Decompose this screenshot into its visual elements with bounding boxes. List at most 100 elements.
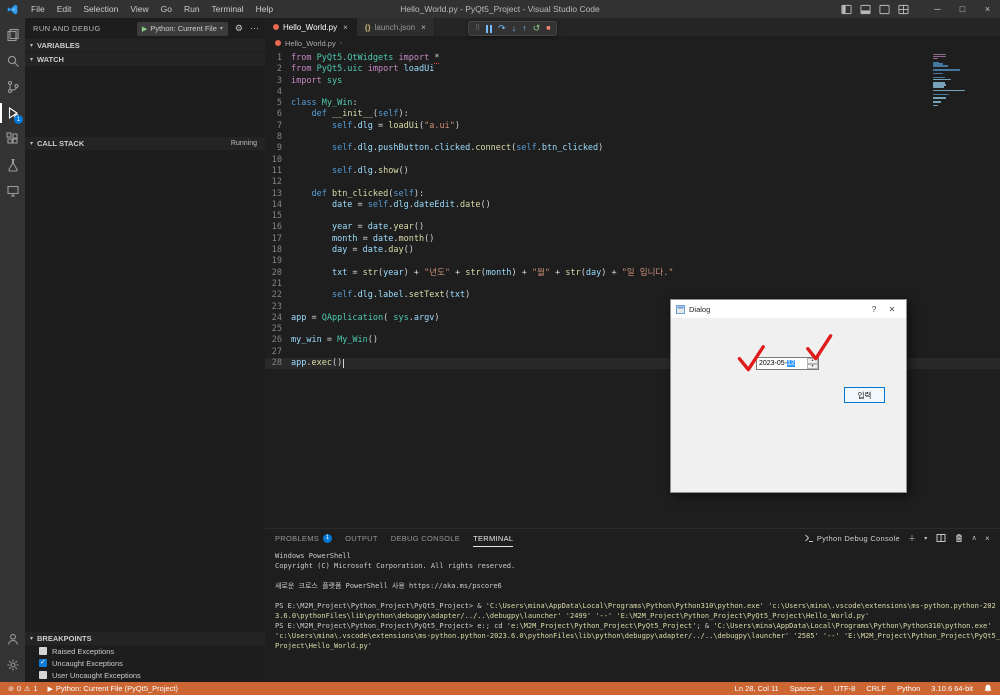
breakpoint-item[interactable]: Raised Exceptions <box>25 645 265 657</box>
menu-file[interactable]: File <box>25 0 51 18</box>
code-line[interactable]: 16 year = date.year() <box>265 222 1000 233</box>
code-line[interactable]: 15 <box>265 211 1000 222</box>
problems-status[interactable]: ⊘ 0 ⚠ 1 <box>8 684 38 693</box>
close-panel-icon[interactable]: × <box>985 534 990 543</box>
activity-explorer-icon[interactable] <box>0 22 25 48</box>
pause-button-icon[interactable] <box>486 24 493 33</box>
code-line[interactable]: 1 from PyQt5.QtWidgets import * <box>265 53 1000 64</box>
status-cursor-position[interactable]: Ln 28, Col 11 <box>735 684 779 693</box>
code-line[interactable]: 10 <box>265 155 1000 166</box>
section-watch[interactable]: ▾ WATCH <box>25 53 265 66</box>
menu-terminal[interactable]: Terminal <box>206 0 250 18</box>
spin-down-icon[interactable]: ▼ <box>807 363 818 369</box>
restart-button-icon[interactable]: ↺ <box>533 24 541 33</box>
step-over-button-icon[interactable]: ↷ <box>498 24 506 33</box>
terminal-profile[interactable]: Python Debug Console <box>804 533 900 543</box>
close-tab-icon[interactable]: × <box>421 23 426 32</box>
terminal-dropdown-chevron-icon[interactable]: ▾ <box>924 535 927 542</box>
activity-run-and-debug-icon[interactable]: 1 <box>0 100 25 126</box>
customize-layout-icon[interactable] <box>898 4 909 15</box>
debug-config-dropdown[interactable]: ▶ Python: Current File ▾ <box>136 21 228 36</box>
maximize-panel-icon[interactable]: ∧ <box>972 534 977 542</box>
menu-edit[interactable]: Edit <box>51 0 78 18</box>
terminal-output[interactable]: Windows PowerShell Copyright (C) Microsof… <box>265 547 1000 682</box>
status-python-interpreter[interactable]: 3.10.6 64-bit <box>931 684 973 693</box>
maximize-button-icon[interactable]: □ <box>950 0 975 18</box>
breakpoint-checkbox[interactable] <box>39 647 47 655</box>
code-line[interactable]: 20 txt = str(year) + "년도" + str(month) +… <box>265 268 1000 279</box>
split-terminal-icon[interactable] <box>936 533 946 543</box>
panel-tab-problems[interactable]: PROBLEMS 1 <box>275 529 333 547</box>
toggle-panel-icon[interactable] <box>860 4 871 15</box>
menu-go[interactable]: Go <box>155 0 178 18</box>
minimize-button-icon[interactable]: ─ <box>925 0 950 18</box>
dialog-help-button[interactable]: ? <box>865 305 883 314</box>
toolbar-grip-icon[interactable]: ⠿ <box>475 25 480 32</box>
minimap[interactable] <box>933 54 988 107</box>
close-window-button-icon[interactable]: × <box>975 0 1000 18</box>
account-icon[interactable] <box>0 626 25 652</box>
code-line[interactable]: 17 month = date.month() <box>265 234 1000 245</box>
toggle-sidebar-icon[interactable] <box>841 4 852 15</box>
step-out-button-icon[interactable]: ↑ <box>522 24 527 33</box>
code-line[interactable]: 3 import sys <box>265 76 1000 87</box>
notifications-bell-icon[interactable] <box>984 684 992 693</box>
activity-source-control-icon[interactable] <box>0 74 25 100</box>
code-line[interactable]: 8 <box>265 132 1000 143</box>
code-line[interactable]: 11 self.dlg.show() <box>265 166 1000 177</box>
activity-remote-explorer-icon[interactable] <box>0 178 25 204</box>
status-indentation[interactable]: Spaces: 4 <box>790 684 823 693</box>
status-eol-sequence[interactable]: CRLF <box>866 684 886 693</box>
panel-tab-debug-console[interactable]: DEBUG CONSOLE <box>391 529 460 547</box>
status-language-mode[interactable]: Python <box>897 684 920 693</box>
code-line[interactable]: 21 <box>265 279 1000 290</box>
activity-search-icon[interactable] <box>0 48 25 74</box>
dialog-close-button[interactable]: ✕ <box>883 305 901 314</box>
debug-session-status[interactable]: ▶ Python: Current File (PyQt5_Project) <box>48 684 179 693</box>
step-into-button-icon[interactable]: ↓ <box>512 24 517 33</box>
activity-testing-icon[interactable] <box>0 152 25 178</box>
code-line[interactable]: 18 day = date.day() <box>265 245 1000 256</box>
code-line[interactable]: 19 <box>265 256 1000 267</box>
breadcrumb[interactable]: Hello_World.py › <box>265 36 1000 50</box>
kill-terminal-trash-icon[interactable] <box>954 533 964 543</box>
menu-help[interactable]: Help <box>250 0 279 18</box>
date-edit-field[interactable]: 2023-05- 12 ▲ ▼ <box>756 357 819 370</box>
section-call-stack[interactable]: ▾ CALL STACK Running <box>25 137 265 150</box>
more-actions-icon[interactable]: ⋯ <box>250 23 259 34</box>
breakpoint-checkbox[interactable] <box>39 671 47 679</box>
menu-selection[interactable]: Selection <box>77 0 124 18</box>
stop-button-icon[interactable]: ■ <box>546 25 550 32</box>
breakpoint-checkbox[interactable] <box>39 658 47 667</box>
code-line[interactable]: 2 from PyQt5.uic import loadUi <box>265 64 1000 75</box>
code-line[interactable]: 4 <box>265 87 1000 98</box>
panel-tab-output[interactable]: OUTPUT <box>345 529 378 547</box>
code-line[interactable]: 14 date = self.dlg.dateEdit.date() <box>265 200 1000 211</box>
code-line[interactable]: 13 def btn_clicked(self): <box>265 189 1000 200</box>
new-terminal-icon[interactable]: ＋ <box>908 533 916 544</box>
start-debug-icon[interactable]: ▶ <box>142 25 147 33</box>
menu-view[interactable]: View <box>124 0 154 18</box>
tab-hello-world-py[interactable]: Hello_World.py × <box>265 18 357 36</box>
code-line[interactable]: 7 self.dlg = loadUi("a.ui") <box>265 121 1000 132</box>
panel-tab-terminal[interactable]: TERMINAL <box>473 529 513 547</box>
dialog-title-bar[interactable]: Dialog ? ✕ <box>671 300 906 318</box>
tab-launch-json[interactable]: {} launch.json × <box>356 18 435 36</box>
toggle-secondary-sidebar-icon[interactable] <box>879 4 890 15</box>
breakpoint-item[interactable]: Uncaught Exceptions <box>25 657 265 669</box>
settings-gear-icon[interactable] <box>0 652 25 678</box>
code-line[interactable]: 5 class My_Win: <box>265 98 1000 109</box>
code-line[interactable]: 6 def __init__(self): <box>265 109 1000 120</box>
activity-extensions-icon[interactable] <box>0 126 25 152</box>
section-breakpoints[interactable]: ▾ BREAKPOINTS <box>25 632 265 645</box>
debug-gear-icon[interactable]: ⚙ <box>235 23 243 34</box>
code-line[interactable]: 9 self.dlg.pushButton.clicked.connect(se… <box>265 143 1000 154</box>
close-tab-icon[interactable]: × <box>343 23 348 32</box>
code-line[interactable]: 12 <box>265 177 1000 188</box>
menu-run[interactable]: Run <box>178 0 206 18</box>
breakpoint-item[interactable]: User Uncaught Exceptions <box>25 669 265 681</box>
status-encoding[interactable]: UTF-8 <box>834 684 855 693</box>
breadcrumb-file[interactable]: Hello_World.py <box>285 39 336 48</box>
section-variables[interactable]: ▾ VARIABLES <box>25 39 265 52</box>
submit-button[interactable]: 입력 <box>844 387 885 403</box>
